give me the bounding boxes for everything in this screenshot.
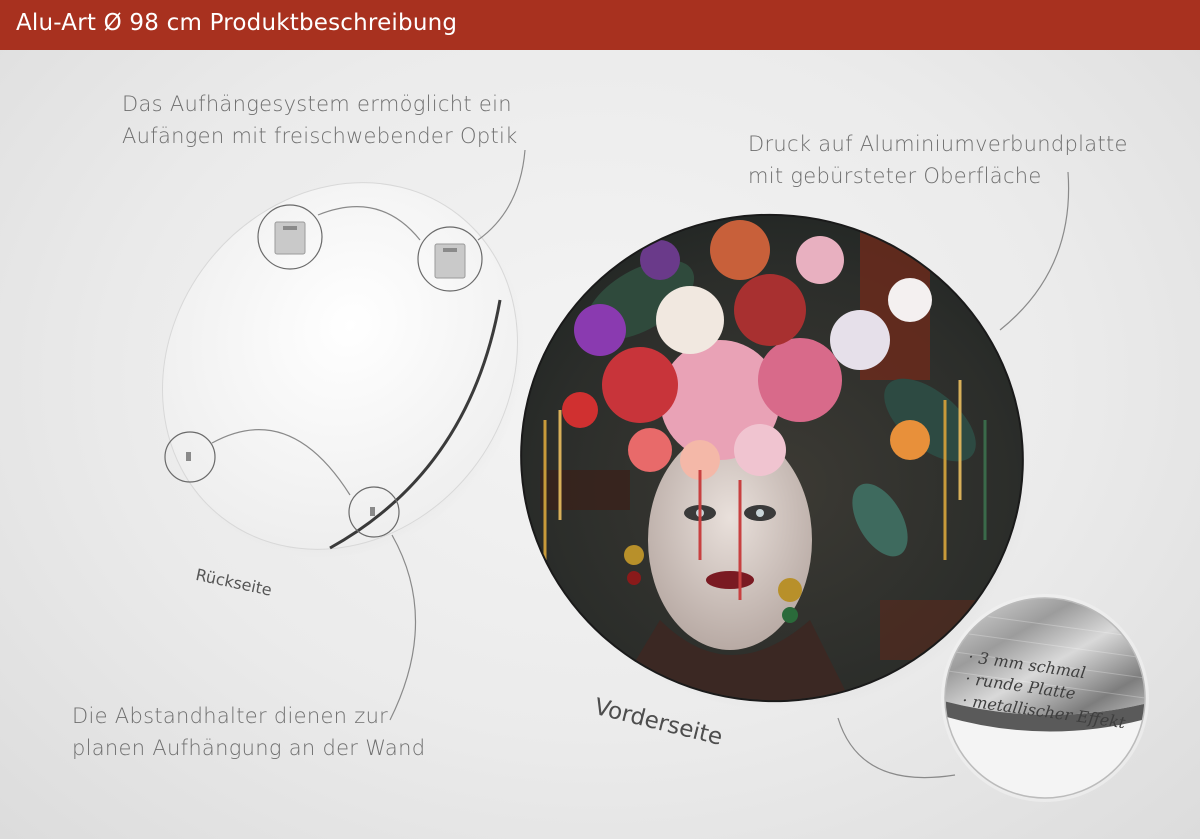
back-side-plate [162,182,527,560]
